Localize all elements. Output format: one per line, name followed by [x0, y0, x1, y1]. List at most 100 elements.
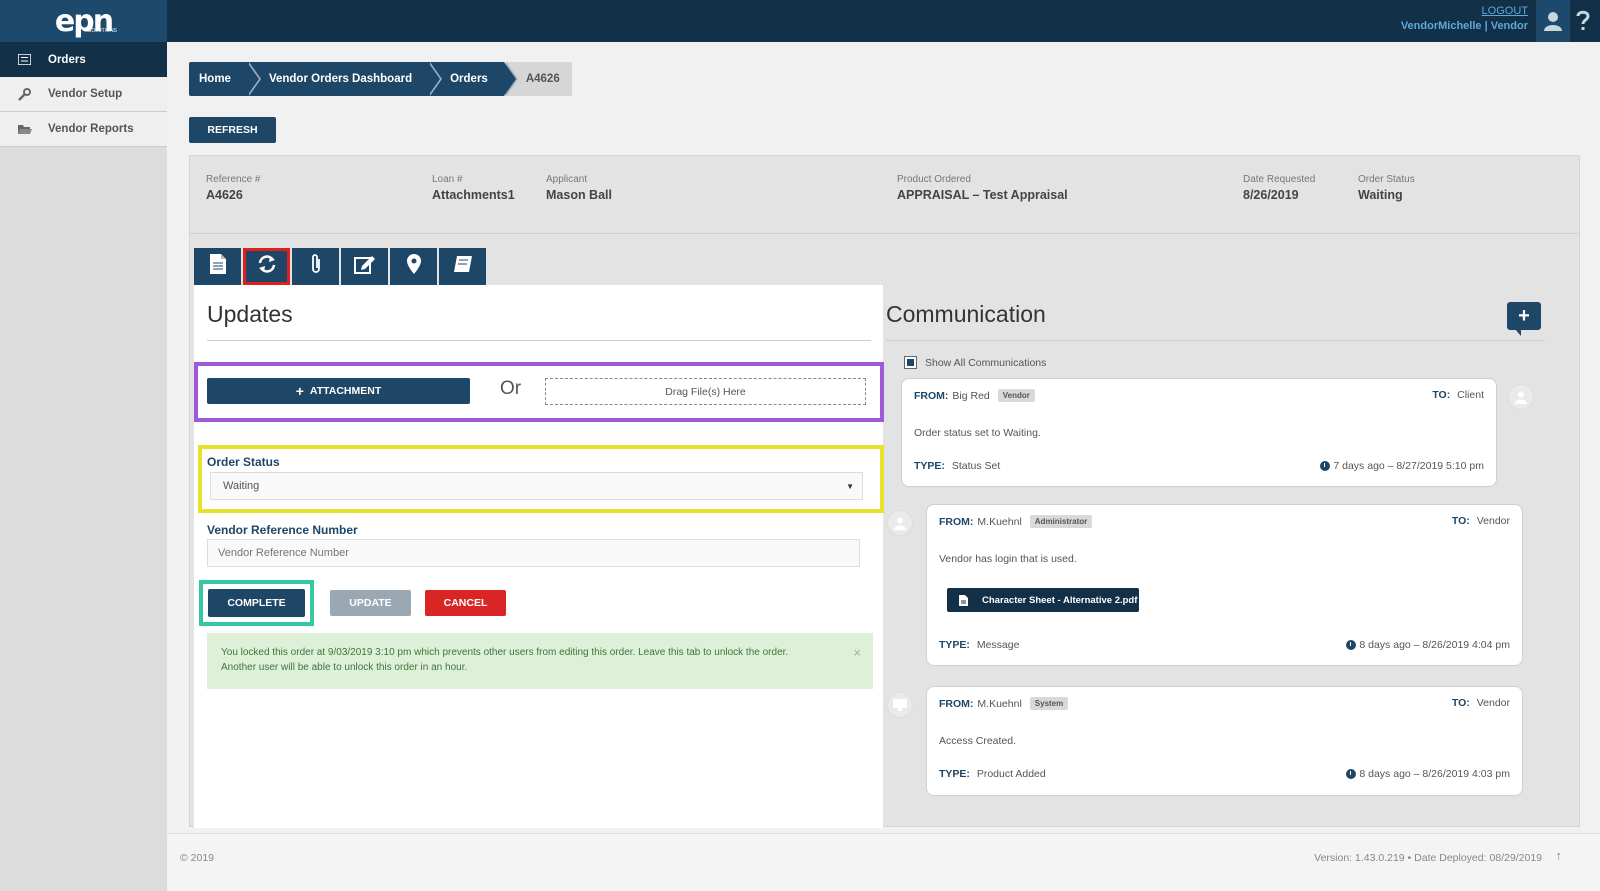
add-attachment-button[interactable]: + ATTACHMENT	[207, 378, 470, 404]
tab-details[interactable]	[194, 248, 241, 285]
updates-section: Updates + ATTACHMENT Or Drag File(s) Her…	[194, 285, 884, 828]
reference-label: Reference #	[206, 174, 261, 185]
wrench-icon	[18, 87, 32, 101]
close-icon[interactable]: ×	[853, 645, 861, 660]
vendor-reference-label: Vendor Reference Number	[207, 523, 358, 537]
breadcrumb: Home Vendor Orders Dashboard Orders A462…	[189, 62, 572, 96]
file-icon	[959, 594, 968, 606]
to-label: TO:	[1451, 697, 1470, 709]
update-button[interactable]: UPDATE	[330, 590, 411, 616]
applicant-value: Mason Ball	[546, 188, 612, 202]
show-all-label: Show All Communications	[925, 356, 1047, 369]
message-time: 8 days ago – 8/26/2019 4:04 pm	[1346, 639, 1510, 651]
from-label: FROM:	[914, 389, 949, 402]
map-marker-icon	[406, 254, 421, 279]
message-body: Vendor has login that is used.	[939, 553, 1077, 565]
sidebar-item-label: Vendor Reports	[48, 123, 134, 135]
order-status-select[interactable]: Waiting ▼	[210, 472, 863, 500]
lock-alert: You locked this order at 9/03/2019 3:10 …	[207, 633, 873, 689]
attachment-download-button[interactable]: Character Sheet - Alternative 2.pdf	[947, 588, 1139, 612]
time-value: 8 days ago – 8/26/2019 4:04 pm	[1359, 639, 1510, 651]
updates-title: Updates	[207, 301, 293, 327]
copyright: © 2019	[180, 852, 215, 864]
product-value: APPRAISAL – Test Appraisal	[897, 188, 1068, 202]
divider	[207, 340, 871, 341]
avatar	[1508, 384, 1534, 410]
refresh-icon	[257, 254, 277, 279]
divider	[190, 233, 1579, 234]
add-communication-button[interactable]: +	[1507, 302, 1541, 336]
clock-icon	[1320, 461, 1331, 471]
avatar	[887, 510, 913, 536]
communication-section: Communication + Show All Communications …	[883, 285, 1577, 828]
footer: © 2019 Version: 1.43.0.219 • Date Deploy…	[167, 833, 1600, 891]
list-icon	[18, 54, 32, 65]
message-from: FROM: M.Kuehnl Administrator	[939, 515, 1093, 528]
message-from: FROM: Big Red Vendor	[914, 389, 1035, 402]
reference-value: A4626	[206, 188, 243, 202]
complete-button[interactable]: COMPLETE	[208, 589, 305, 617]
order-status-selected: Waiting	[223, 480, 260, 492]
logo[interactable]: epn SOLUTIONS	[0, 0, 167, 42]
message-type: TYPE: Message	[939, 639, 1019, 651]
file-drop-zone[interactable]: Drag File(s) Here	[545, 378, 866, 405]
message-from: FROM: M.Kuehnl System	[939, 697, 1069, 710]
date-requested-value: 8/26/2019	[1243, 188, 1299, 202]
clock-icon	[1346, 640, 1357, 650]
help-icon[interactable]	[1566, 0, 1600, 42]
order-status-value: Waiting	[1358, 188, 1403, 202]
message-to: TO: Vendor	[1452, 515, 1510, 527]
message-to: TO: Client	[1432, 389, 1484, 401]
to-label: TO:	[1451, 515, 1470, 527]
to-name: Vendor	[1476, 515, 1510, 527]
tab-notes[interactable]	[341, 248, 388, 285]
cancel-button[interactable]: CANCEL	[425, 590, 506, 616]
book-icon	[453, 255, 473, 278]
message-to: TO: Vendor	[1452, 697, 1510, 709]
refresh-button[interactable]: REFRESH	[189, 117, 276, 143]
complete-highlight: COMPLETE	[199, 580, 314, 626]
order-panel: Reference # A4626 Loan # Attachments1 Ap…	[189, 155, 1580, 828]
tab-log[interactable]	[439, 248, 486, 285]
show-all-checkbox[interactable]	[904, 356, 917, 369]
type-label: TYPE:	[914, 460, 945, 472]
top-bar: epn SOLUTIONS LOGOUT VendorMichelle | Ve…	[0, 0, 1600, 42]
folder-open-icon	[18, 124, 32, 135]
tab-updates[interactable]	[243, 248, 290, 285]
edit-icon	[353, 254, 376, 279]
message-time: 8 days ago – 8/26/2019 4:03 pm	[1346, 768, 1510, 780]
from-name: M.Kuehnl	[977, 697, 1022, 710]
breadcrumb-vendor-orders-dashboard[interactable]: Vendor Orders Dashboard	[246, 62, 443, 96]
show-all-communications[interactable]: Show All Communications	[904, 356, 1046, 369]
vendor-reference-input[interactable]	[207, 539, 860, 567]
document-icon	[209, 253, 227, 280]
plus-icon: +	[1518, 305, 1530, 327]
tab-location[interactable]	[390, 248, 437, 285]
sidebar-item-orders[interactable]: Orders	[0, 42, 167, 77]
sidebar: Orders Vendor Setup Vendor Reports	[0, 42, 167, 891]
user-area: LOGOUT VendorMichelle | Vendor	[1401, 5, 1528, 32]
tab-attachments[interactable]	[292, 248, 339, 285]
sidebar-item-label: Vendor Setup	[48, 88, 123, 100]
user-name: VendorMichelle | Vendor	[1400, 20, 1528, 32]
to-name: Vendor	[1476, 697, 1510, 709]
attachment-filename: Character Sheet - Alternative 2.pdf	[982, 594, 1138, 606]
role-badge: Administrator	[1029, 515, 1093, 528]
order-tabs	[194, 248, 488, 285]
loan-value: Attachments1	[432, 188, 515, 202]
version-info: Version: 1.43.0.219 • Date Deployed: 08/…	[1314, 852, 1542, 864]
order-status-label: Order Status	[1358, 174, 1415, 185]
attachment-highlight: + ATTACHMENT Or Drag File(s) Here	[194, 362, 884, 422]
product-label: Product Ordered	[897, 174, 971, 185]
message-card: FROM: Big Red Vendor TO: Client Order st…	[901, 378, 1497, 487]
sidebar-item-vendor-setup[interactable]: Vendor Setup	[0, 77, 167, 112]
user-profile-icon[interactable]	[1536, 0, 1570, 42]
applicant-info: Applicant Mason Ball	[546, 174, 612, 202]
breadcrumb-home[interactable]: Home	[189, 62, 261, 96]
type-value: Product Added	[976, 768, 1046, 780]
sidebar-item-vendor-reports[interactable]: Vendor Reports	[0, 112, 167, 147]
to-label: TO:	[1432, 389, 1451, 401]
logout-link[interactable]: LOGOUT	[1401, 5, 1528, 17]
order-status-info: Order Status Waiting	[1358, 174, 1415, 202]
scroll-top-icon[interactable]: ↑	[1556, 848, 1563, 863]
